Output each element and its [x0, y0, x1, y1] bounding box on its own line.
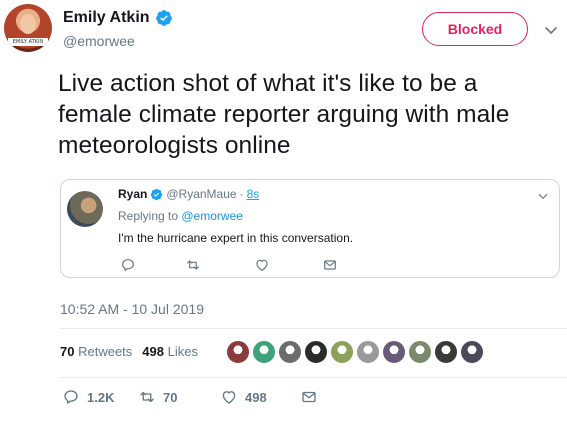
quoted-separator: ·	[239, 187, 244, 201]
reply-count: 1.2K	[87, 389, 115, 405]
message-icon	[302, 391, 316, 403]
like-icon	[222, 391, 236, 404]
retweet-icon	[140, 391, 154, 403]
retweet-action[interactable]: 70	[138, 388, 177, 406]
tweet-text: Live action shot of what it's like to be…	[58, 70, 510, 159]
likes-label: Likes	[167, 344, 198, 359]
reply-icon[interactable]	[120, 257, 136, 273]
quoted-display-name[interactable]: Ryan	[118, 187, 147, 201]
avatar-caption: EMILY ATKIN	[8, 38, 48, 46]
quoted-name-row: Ryan @RyanMaue · 8s	[118, 187, 259, 201]
verified-badge-icon	[155, 10, 172, 26]
tweet-stats: 70 Retweets 498 Likes	[60, 344, 198, 359]
likes-count: 498	[142, 344, 164, 359]
liker-avatar[interactable]	[226, 340, 250, 364]
tweet-timestamp[interactable]: 10:52 AM - 10 Jul 2019	[60, 301, 204, 317]
tweet-header: EMILY ATKIN Emily Atkin @emorwee Blocked	[0, 0, 567, 58]
avatar-face	[20, 14, 36, 34]
liker-avatar[interactable]	[356, 340, 380, 364]
tweet-actions: 1.2K 70 498	[60, 388, 360, 410]
replying-prefix: Replying to	[118, 209, 182, 223]
liker-avatar[interactable]	[460, 340, 484, 364]
reply-action[interactable]: 1.2K	[62, 388, 114, 406]
author-handle[interactable]: @emorwee	[63, 33, 135, 49]
author-avatar[interactable]: EMILY ATKIN	[4, 4, 52, 52]
retweet-icon[interactable]	[185, 257, 201, 273]
liker-avatar[interactable]	[382, 340, 406, 364]
verified-badge-icon	[151, 188, 163, 200]
quoted-actions	[118, 257, 398, 273]
quoted-author-avatar[interactable]	[67, 191, 103, 227]
message-action[interactable]	[300, 388, 318, 406]
divider	[60, 377, 567, 378]
author-display-name[interactable]: Emily Atkin	[63, 9, 150, 27]
liker-avatar[interactable]	[408, 340, 432, 364]
blocked-button[interactable]: Blocked	[422, 12, 528, 46]
like-action[interactable]: 498	[220, 388, 267, 406]
chevron-down-icon[interactable]	[537, 190, 549, 202]
quoted-tweet[interactable]: Ryan @RyanMaue · 8s Replying to @emorwee…	[60, 179, 560, 278]
replying-mention[interactable]: @emorwee	[181, 209, 243, 223]
message-icon[interactable]	[322, 257, 338, 273]
quoted-handle[interactable]: @RyanMaue	[166, 187, 236, 201]
liker-avatar[interactable]	[330, 340, 354, 364]
retweets-label: Retweets	[78, 344, 133, 359]
author-name-row: Emily Atkin	[63, 8, 173, 28]
quoted-time[interactable]: 8s	[247, 187, 260, 201]
liker-avatar[interactable]	[434, 340, 458, 364]
likes-stat[interactable]: 498 Likes	[142, 344, 198, 359]
quoted-tweet-text: I'm the hurricane expert in this convers…	[118, 231, 354, 245]
liker-avatar[interactable]	[252, 340, 276, 364]
like-count: 498	[245, 389, 267, 405]
chevron-down-icon[interactable]	[543, 22, 559, 38]
retweet-count: 70	[163, 389, 178, 405]
retweets-stat[interactable]: 70 Retweets	[60, 344, 132, 359]
retweets-count: 70	[60, 344, 75, 359]
like-icon[interactable]	[254, 257, 270, 273]
replying-to: Replying to @emorwee	[118, 209, 243, 223]
reply-icon	[64, 390, 78, 404]
divider	[60, 328, 567, 329]
liker-avatar[interactable]	[278, 340, 302, 364]
liker-avatar[interactable]	[304, 340, 328, 364]
